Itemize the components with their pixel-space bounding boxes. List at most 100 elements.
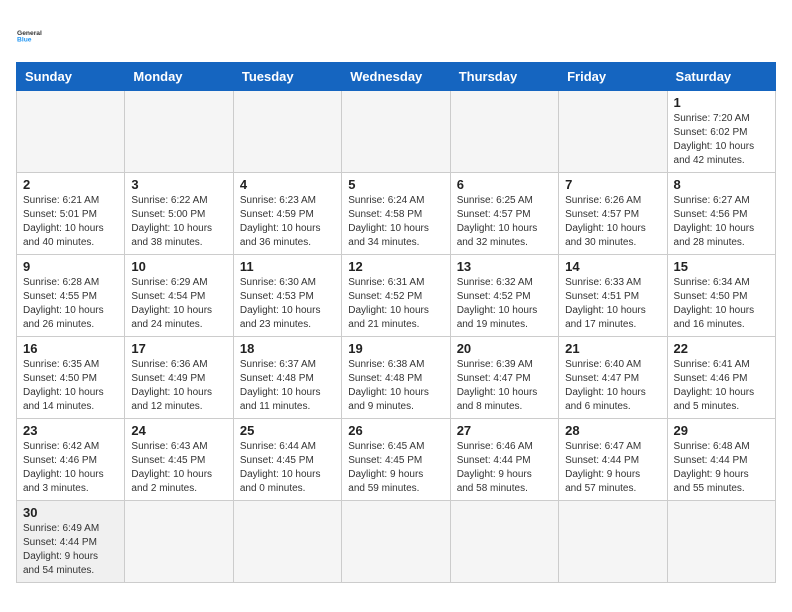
- day-number: 8: [674, 177, 769, 192]
- cell-content: Sunrise: 6:49 AM Sunset: 4:44 PM Dayligh…: [23, 522, 118, 578]
- calendar-week-row: 30 Sunrise: 6:49 AM Sunset: 4:44 PM Dayli…: [17, 501, 776, 583]
- calendar-week-row: 1 Sunrise: 7:20 AM Sunset: 6:02 PM Daylig…: [17, 91, 776, 173]
- cell-content: Sunrise: 6:48 AM Sunset: 4:44 PM Dayligh…: [674, 440, 769, 496]
- calendar-cell: 25Sunrise: 6:44 AM Sunset: 4:45 PM Dayli…: [233, 419, 341, 501]
- day-number: 9: [23, 259, 118, 274]
- cell-content: Sunrise: 6:33 AM Sunset: 4:51 PM Dayligh…: [565, 276, 660, 332]
- day-number: 30: [23, 505, 118, 520]
- day-number: 4: [240, 177, 335, 192]
- day-number: 1: [674, 95, 769, 110]
- weekday-header-tuesday: Tuesday: [233, 63, 341, 91]
- calendar-cell: 6 Sunrise: 6:25 AM Sunset: 4:57 PM Daylig…: [450, 173, 558, 255]
- calendar-cell: [233, 91, 341, 173]
- day-number: 23: [23, 423, 118, 438]
- cell-content: Sunrise: 6:32 AM Sunset: 4:52 PM Dayligh…: [457, 276, 552, 332]
- calendar: SundayMondayTuesdayWednesdayThursdayFrid…: [16, 62, 776, 583]
- logo-icon: General Blue: [16, 16, 52, 52]
- calendar-cell: 1 Sunrise: 7:20 AM Sunset: 6:02 PM Daylig…: [667, 91, 775, 173]
- calendar-cell: [450, 91, 558, 173]
- cell-content: Sunrise: 6:43 AM Sunset: 4:45 PM Dayligh…: [131, 440, 226, 496]
- calendar-cell: 13 Sunrise: 6:32 AM Sunset: 4:52 PM Dayli…: [450, 255, 558, 337]
- calendar-cell: 29 Sunrise: 6:48 AM Sunset: 4:44 PM Dayli…: [667, 419, 775, 501]
- calendar-cell: 4 Sunrise: 6:23 AM Sunset: 4:59 PM Daylig…: [233, 173, 341, 255]
- cell-content: Sunrise: 6:29 AM Sunset: 4:54 PM Dayligh…: [131, 276, 226, 332]
- cell-content: Sunrise: 6:35 AM Sunset: 4:50 PM Dayligh…: [23, 358, 118, 414]
- day-number: 7: [565, 177, 660, 192]
- calendar-cell: [342, 501, 450, 583]
- day-number: 22: [674, 341, 769, 356]
- cell-content: Sunrise: 7:20 AM Sunset: 6:02 PM Dayligh…: [674, 112, 769, 168]
- weekday-header-monday: Monday: [125, 63, 233, 91]
- day-number: 5: [348, 177, 443, 192]
- header: General Blue: [16, 16, 776, 52]
- cell-content: Sunrise: 6:30 AM Sunset: 4:53 PM Dayligh…: [240, 276, 335, 332]
- day-number: 24: [131, 423, 226, 438]
- cell-content: Sunrise: 6:21 AM Sunset: 5:01 PM Dayligh…: [23, 194, 118, 250]
- day-number: 26: [348, 423, 443, 438]
- day-number: 2: [23, 177, 118, 192]
- cell-content: Sunrise: 6:44 AM Sunset: 4:45 PM Dayligh…: [240, 440, 335, 496]
- calendar-cell: 14Sunrise: 6:33 AM Sunset: 4:51 PM Dayli…: [559, 255, 667, 337]
- weekday-header-saturday: Saturday: [667, 63, 775, 91]
- cell-content: Sunrise: 6:26 AM Sunset: 4:57 PM Dayligh…: [565, 194, 660, 250]
- day-number: 13: [457, 259, 552, 274]
- weekday-header-sunday: Sunday: [17, 63, 125, 91]
- calendar-cell: 28Sunrise: 6:47 AM Sunset: 4:44 PM Dayli…: [559, 419, 667, 501]
- cell-content: Sunrise: 6:24 AM Sunset: 4:58 PM Dayligh…: [348, 194, 443, 250]
- cell-content: Sunrise: 6:23 AM Sunset: 4:59 PM Dayligh…: [240, 194, 335, 250]
- cell-content: Sunrise: 6:37 AM Sunset: 4:48 PM Dayligh…: [240, 358, 335, 414]
- calendar-cell: 30 Sunrise: 6:49 AM Sunset: 4:44 PM Dayli…: [17, 501, 125, 583]
- cell-content: Sunrise: 6:41 AM Sunset: 4:46 PM Dayligh…: [674, 358, 769, 414]
- calendar-cell: 20Sunrise: 6:39 AM Sunset: 4:47 PM Dayli…: [450, 337, 558, 419]
- calendar-cell: 2 Sunrise: 6:21 AM Sunset: 5:01 PM Daylig…: [17, 173, 125, 255]
- cell-content: Sunrise: 6:31 AM Sunset: 4:52 PM Dayligh…: [348, 276, 443, 332]
- calendar-cell: [342, 91, 450, 173]
- cell-content: Sunrise: 6:46 AM Sunset: 4:44 PM Dayligh…: [457, 440, 552, 496]
- cell-content: Sunrise: 6:38 AM Sunset: 4:48 PM Dayligh…: [348, 358, 443, 414]
- calendar-cell: 8 Sunrise: 6:27 AM Sunset: 4:56 PM Daylig…: [667, 173, 775, 255]
- day-number: 15: [674, 259, 769, 274]
- day-number: 19: [348, 341, 443, 356]
- day-number: 17: [131, 341, 226, 356]
- day-number: 21: [565, 341, 660, 356]
- calendar-cell: 19 Sunrise: 6:38 AM Sunset: 4:48 PM Dayli…: [342, 337, 450, 419]
- calendar-cell: 7 Sunrise: 6:26 AM Sunset: 4:57 PM Daylig…: [559, 173, 667, 255]
- day-number: 20: [457, 341, 552, 356]
- calendar-cell: [233, 501, 341, 583]
- cell-content: Sunrise: 6:34 AM Sunset: 4:50 PM Dayligh…: [674, 276, 769, 332]
- calendar-cell: 3 Sunrise: 6:22 AM Sunset: 5:00 PM Daylig…: [125, 173, 233, 255]
- calendar-cell: 15 Sunrise: 6:34 AM Sunset: 4:50 PM Dayli…: [667, 255, 775, 337]
- calendar-cell: 24 Sunrise: 6:43 AM Sunset: 4:45 PM Dayli…: [125, 419, 233, 501]
- day-number: 29: [674, 423, 769, 438]
- weekday-header-thursday: Thursday: [450, 63, 558, 91]
- logo: General Blue: [16, 16, 52, 52]
- svg-text:General: General: [17, 30, 42, 37]
- calendar-week-row: 2 Sunrise: 6:21 AM Sunset: 5:01 PM Daylig…: [17, 173, 776, 255]
- day-number: 16: [23, 341, 118, 356]
- calendar-cell: [125, 501, 233, 583]
- calendar-cell: 23Sunrise: 6:42 AM Sunset: 4:46 PM Dayli…: [17, 419, 125, 501]
- cell-content: Sunrise: 6:25 AM Sunset: 4:57 PM Dayligh…: [457, 194, 552, 250]
- cell-content: Sunrise: 6:27 AM Sunset: 4:56 PM Dayligh…: [674, 194, 769, 250]
- calendar-cell: [17, 91, 125, 173]
- calendar-cell: 11 Sunrise: 6:30 AM Sunset: 4:53 PM Dayli…: [233, 255, 341, 337]
- cell-content: Sunrise: 6:40 AM Sunset: 4:47 PM Dayligh…: [565, 358, 660, 414]
- calendar-cell: [450, 501, 558, 583]
- calendar-cell: 18Sunrise: 6:37 AM Sunset: 4:48 PM Dayli…: [233, 337, 341, 419]
- day-number: 3: [131, 177, 226, 192]
- day-number: 27: [457, 423, 552, 438]
- cell-content: Sunrise: 6:22 AM Sunset: 5:00 PM Dayligh…: [131, 194, 226, 250]
- calendar-cell: [667, 501, 775, 583]
- calendar-cell: 16 Sunrise: 6:35 AM Sunset: 4:50 PM Dayli…: [17, 337, 125, 419]
- day-number: 28: [565, 423, 660, 438]
- calendar-cell: [559, 501, 667, 583]
- calendar-cell: 5 Sunrise: 6:24 AM Sunset: 4:58 PM Daylig…: [342, 173, 450, 255]
- day-number: 12: [348, 259, 443, 274]
- calendar-week-row: 9 Sunrise: 6:28 AM Sunset: 4:55 PM Daylig…: [17, 255, 776, 337]
- cell-content: Sunrise: 6:28 AM Sunset: 4:55 PM Dayligh…: [23, 276, 118, 332]
- calendar-cell: 22 Sunrise: 6:41 AM Sunset: 4:46 PM Dayli…: [667, 337, 775, 419]
- calendar-week-row: 23Sunrise: 6:42 AM Sunset: 4:46 PM Dayli…: [17, 419, 776, 501]
- day-number: 6: [457, 177, 552, 192]
- calendar-cell: 17Sunrise: 6:36 AM Sunset: 4:49 PM Dayli…: [125, 337, 233, 419]
- day-number: 11: [240, 259, 335, 274]
